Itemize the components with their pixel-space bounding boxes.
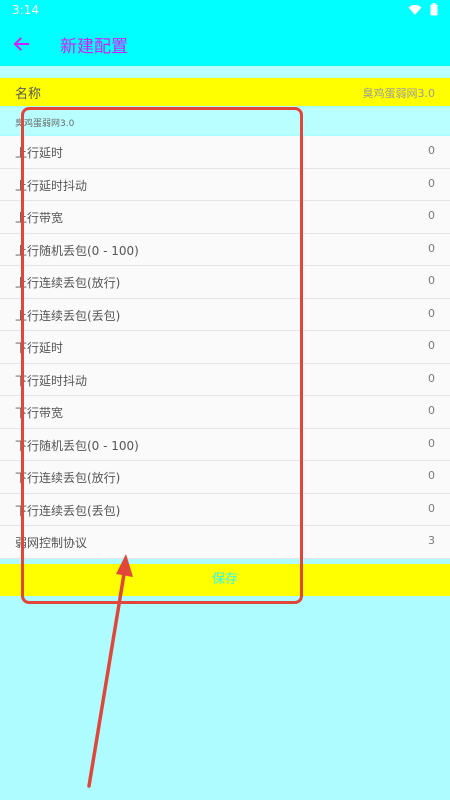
item-value: 0 [428, 274, 435, 287]
item-value: 0 [428, 144, 435, 157]
list-item[interactable]: 下行随机丢包(0 - 100) 0 [0, 429, 450, 461]
item-value: 3 [428, 534, 435, 547]
item-label: 下行带宽 [15, 406, 64, 420]
item-value: 0 [428, 176, 435, 190]
list-item[interactable]: 弱网控制协议 3 [0, 526, 450, 559]
item-value: 0 [428, 339, 435, 352]
list-item[interactable]: 上行随机丢包(0 - 100) 0 [0, 234, 450, 266]
item-label: 上行随机丢包(0 - 100) [15, 243, 139, 258]
item-label: 下行延时 [15, 341, 64, 355]
arrow-left-icon[interactable] [12, 30, 36, 58]
item-label: 下行连续丢包(放行) [15, 471, 121, 485]
app-bar: 新建配置 [0, 22, 450, 66]
item-label: 上行延时抖动 [15, 178, 88, 193]
item-label: 下行连续丢包(丢包) [15, 503, 121, 518]
save-button[interactable]: 保存 [0, 564, 450, 596]
item-value: 0 [428, 501, 435, 515]
list-item[interactable]: 下行延时 0 [0, 331, 450, 364]
item-label: 上行延时 [15, 146, 64, 160]
item-label: 上行连续丢包(放行) [15, 276, 121, 290]
item-value: 0 [428, 436, 435, 450]
list-item[interactable]: 下行延时抖动 0 [0, 364, 450, 396]
item-value: 0 [428, 371, 435, 385]
name-field-label: 名称 [15, 87, 42, 102]
item-label: 下行随机丢包(0 - 100) [15, 438, 139, 453]
config-caption-text: 臭鸡蛋弱网3.0 [15, 119, 75, 129]
list-item[interactable]: 上行连续丢包(丢包) 0 [0, 299, 450, 331]
settings-list: 上行延时 0 上行延时抖动 0 上行带宽 0 上行随机丢包(0 - 100) 0 上行连… [0, 136, 450, 559]
wifi-icon [408, 4, 422, 15]
item-value: 0 [428, 241, 435, 255]
item-label: 上行带宽 [15, 211, 64, 225]
item-value: 0 [428, 404, 435, 417]
item-value: 0 [428, 209, 435, 222]
page-title: 新建配置 [60, 37, 128, 57]
list-item[interactable]: 上行延时抖动 0 [0, 169, 450, 201]
list-item[interactable]: 上行延时 0 [0, 136, 450, 169]
name-field[interactable]: 名称 臭鸡蛋弱网3.0 [0, 78, 450, 106]
status-time: 3:14 [12, 3, 39, 17]
header-divider [0, 66, 450, 78]
config-caption: 臭鸡蛋弱网3.0 [0, 108, 450, 134]
list-item[interactable]: 下行带宽 0 [0, 396, 450, 429]
list-item[interactable]: 上行连续丢包(放行) 0 [0, 266, 450, 299]
status-icons [408, 2, 438, 16]
item-label: 上行连续丢包(丢包) [15, 308, 121, 323]
item-label: 下行延时抖动 [15, 373, 88, 388]
name-field-value: 臭鸡蛋弱网3.0 [362, 87, 436, 100]
item-label: 弱网控制协议 [15, 536, 88, 550]
item-value: 0 [428, 469, 435, 482]
status-bar: 3:14 [0, 0, 450, 22]
list-item[interactable]: 上行带宽 0 [0, 201, 450, 234]
list-item[interactable]: 下行连续丢包(丢包) 0 [0, 494, 450, 526]
list-item[interactable]: 下行连续丢包(放行) 0 [0, 461, 450, 494]
battery-icon [430, 3, 438, 16]
item-value: 0 [428, 306, 435, 320]
